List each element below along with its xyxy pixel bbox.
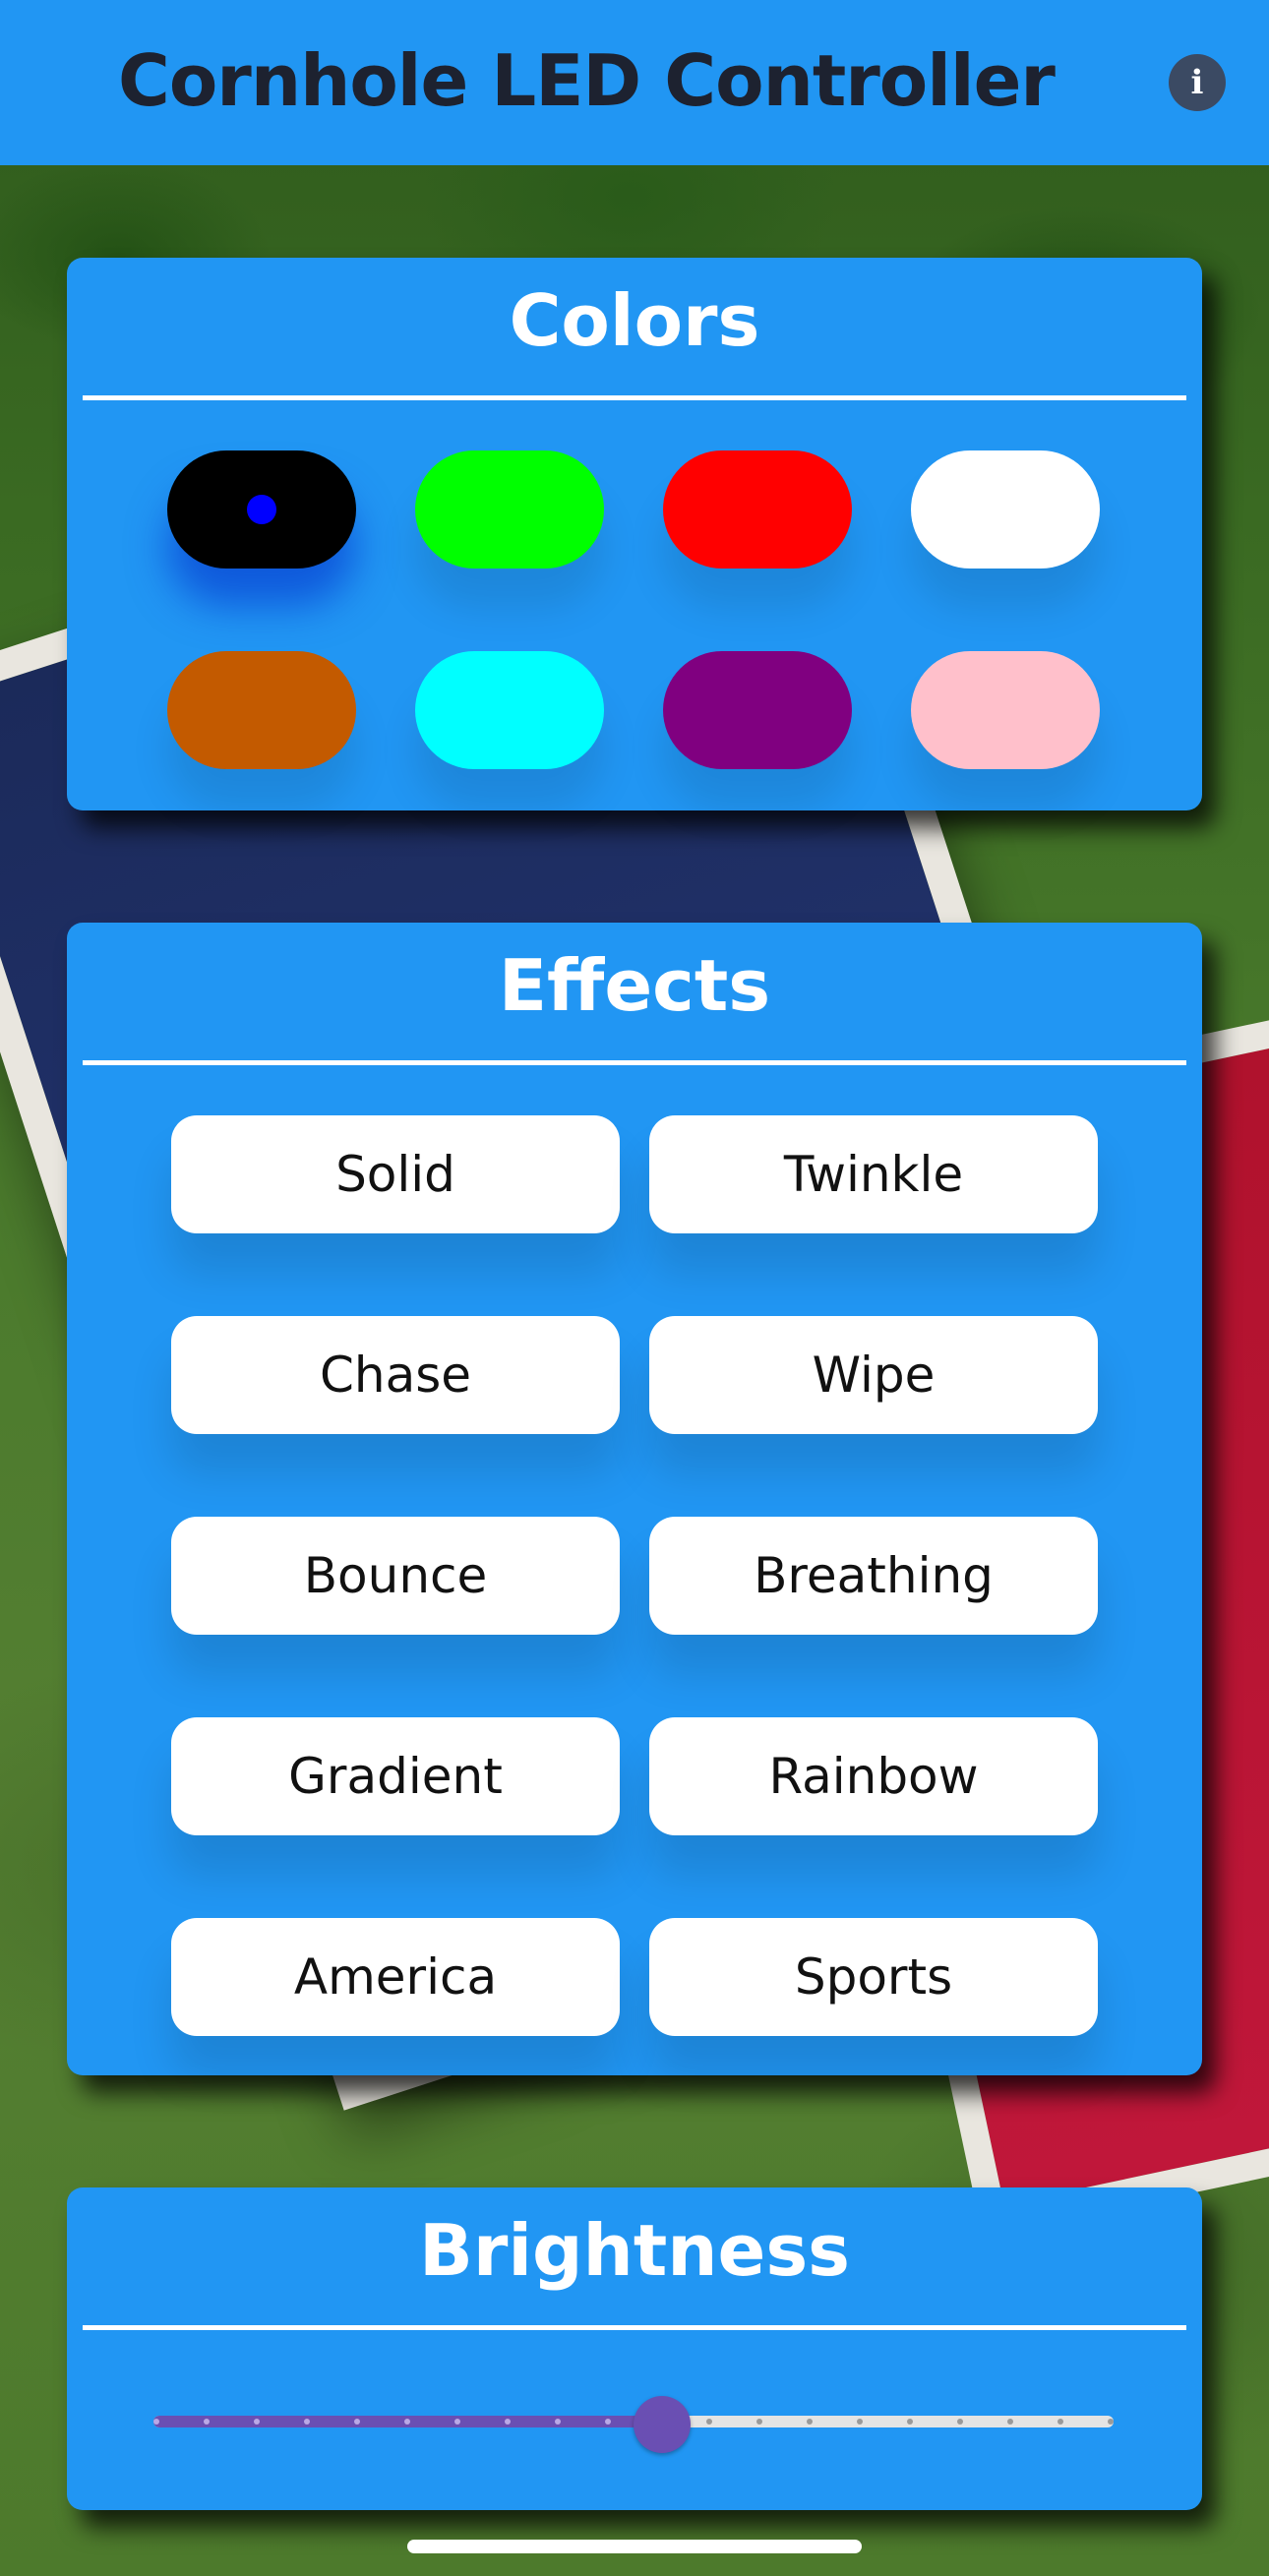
slider-tick: [705, 2419, 712, 2425]
color-swatch-cyan[interactable]: [415, 651, 604, 769]
effect-button-chase[interactable]: Chase: [171, 1316, 620, 1434]
brightness-title: Brightness: [418, 2209, 851, 2292]
slider-tick: [505, 2419, 512, 2425]
colors-divider: [83, 395, 1186, 400]
info-glyph: i: [1190, 63, 1204, 102]
effect-button-america[interactable]: America: [171, 1918, 620, 2036]
app-title: Cornhole LED Controller: [118, 39, 1056, 122]
slider-tick: [304, 2419, 311, 2425]
selected-indicator-dot: [247, 495, 276, 524]
colors-title: Colors: [509, 279, 760, 362]
brightness-divider: [83, 2325, 1186, 2330]
slider-tick: [1057, 2419, 1063, 2425]
slider-tick: [404, 2419, 411, 2425]
info-icon[interactable]: i: [1169, 54, 1226, 111]
slider-tick: [555, 2419, 562, 2425]
slider-tick: [755, 2419, 762, 2425]
slider-tick: [906, 2419, 913, 2425]
effect-button-sports[interactable]: Sports: [649, 1918, 1098, 2036]
slider-tick: [254, 2419, 261, 2425]
effect-button-solid[interactable]: Solid: [171, 1115, 620, 1233]
slider-tick: [1108, 2419, 1114, 2425]
home-indicator: [407, 2540, 862, 2553]
slider-tick: [605, 2419, 612, 2425]
effects-card: Effects Solid Twinkle Chase Wipe Bounce Breat…: [67, 923, 1202, 2075]
slider-tick: [856, 2419, 863, 2425]
slider-tick: [354, 2419, 361, 2425]
effects-divider: [83, 1060, 1186, 1065]
color-swatch-black[interactable]: [167, 450, 356, 569]
slider-tick: [153, 2419, 159, 2425]
app-header: Cornhole LED Controller i: [0, 0, 1269, 165]
color-swatch-pink[interactable]: [911, 651, 1100, 769]
effect-button-gradient[interactable]: Gradient: [171, 1717, 620, 1835]
brightness-slider-thumb[interactable]: [634, 2396, 692, 2453]
slider-tick: [1006, 2419, 1013, 2425]
effect-button-rainbow[interactable]: Rainbow: [649, 1717, 1098, 1835]
slider-tick: [956, 2419, 963, 2425]
effect-button-wipe[interactable]: Wipe: [649, 1316, 1098, 1434]
slider-tick: [806, 2419, 813, 2425]
color-swatch-white[interactable]: [911, 450, 1100, 569]
effect-button-breathing[interactable]: Breathing: [649, 1517, 1098, 1635]
color-swatch-orange[interactable]: [167, 651, 356, 769]
color-swatch-purple[interactable]: [663, 651, 852, 769]
slider-tick: [204, 2419, 211, 2425]
color-swatch-red[interactable]: [663, 450, 852, 569]
slider-tick: [454, 2419, 461, 2425]
brightness-card: Brightness: [67, 2187, 1202, 2510]
color-swatch-green[interactable]: [415, 450, 604, 569]
colors-card: Colors: [67, 258, 1202, 810]
effect-button-bounce[interactable]: Bounce: [171, 1517, 620, 1635]
effect-button-twinkle[interactable]: Twinkle: [649, 1115, 1098, 1233]
effects-title: Effects: [498, 944, 771, 1027]
